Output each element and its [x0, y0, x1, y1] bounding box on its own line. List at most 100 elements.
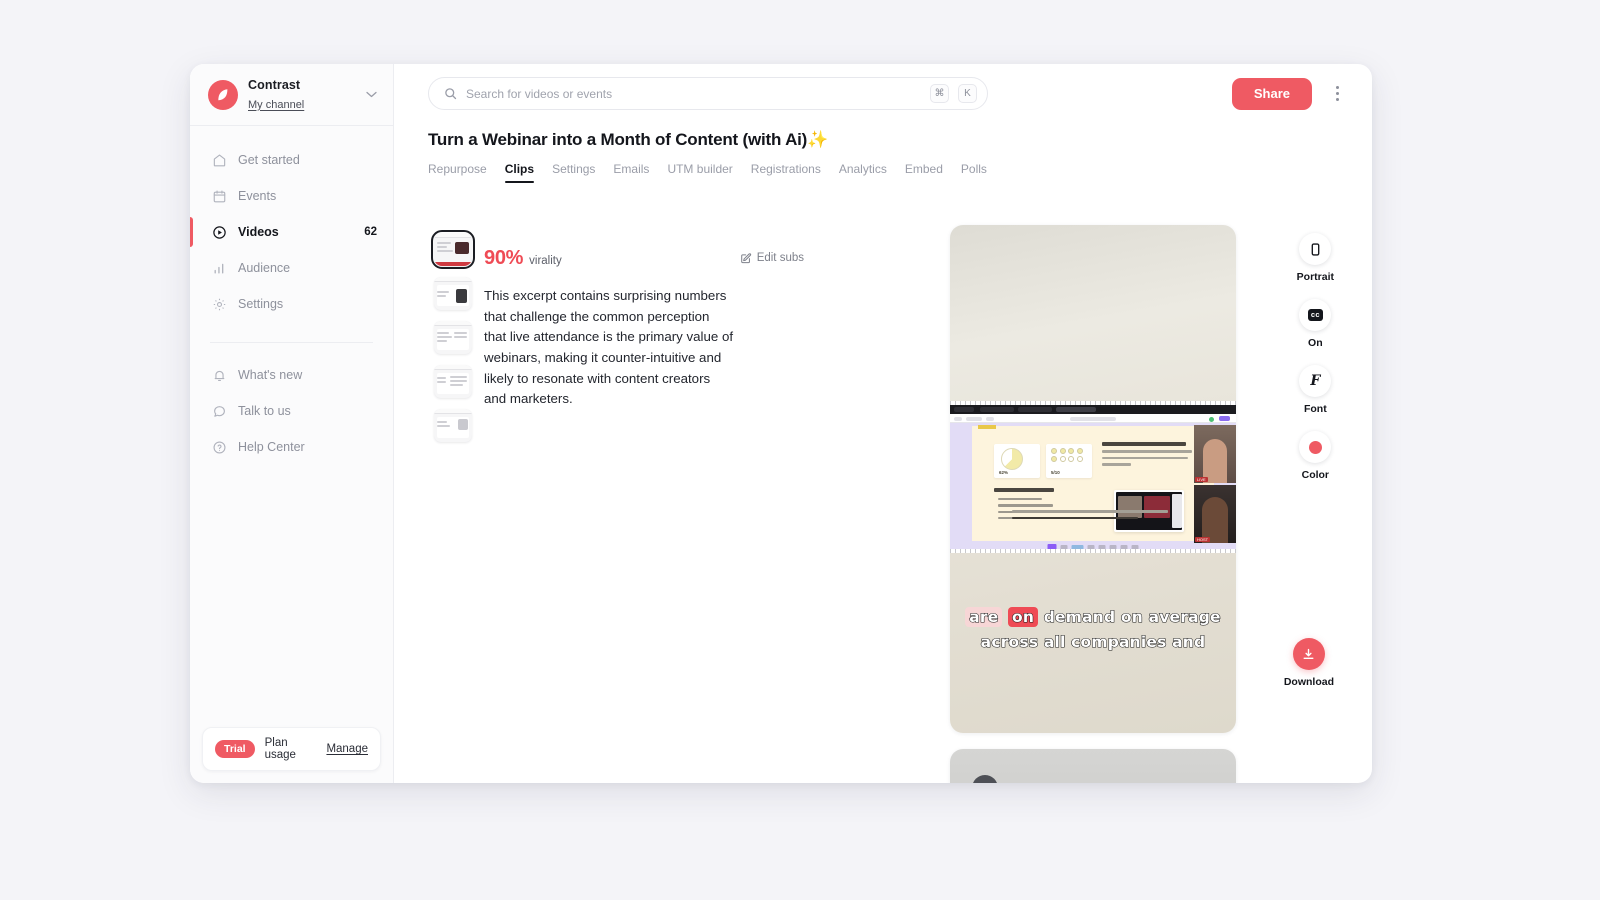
- tab-analytics[interactable]: Analytics: [839, 162, 887, 183]
- webcam-tile-2: HOST: [1194, 485, 1236, 544]
- workspace-switcher[interactable]: Contrast My channel: [190, 64, 393, 126]
- sidebar-item-label: Videos: [238, 225, 279, 239]
- more-vertical-icon[interactable]: [1326, 80, 1348, 108]
- tool-captions[interactable]: cc On: [1299, 299, 1332, 350]
- clip-description: This excerpt contains surprising numbers…: [484, 288, 734, 407]
- caption-overlay: are on demand on average across all comp…: [950, 605, 1236, 655]
- download-icon: [1292, 638, 1325, 671]
- avatar: [972, 775, 998, 783]
- sidebar-item-get-started[interactable]: Get started: [190, 142, 393, 178]
- browser-url-bar: [950, 414, 1236, 424]
- page-title-text: Turn a Webinar into a Month of Content (…: [428, 130, 808, 150]
- tool-label: Font: [1303, 403, 1327, 416]
- app-window: Contrast My channel Get started Events V…: [190, 64, 1372, 783]
- sidebar-item-audience[interactable]: Audience: [190, 250, 393, 286]
- pencil-square-icon: [740, 252, 752, 264]
- sidebar-item-label: Events: [238, 189, 277, 203]
- home-icon: [212, 153, 227, 168]
- tool-font[interactable]: F Font: [1299, 365, 1332, 416]
- sidebar-item-whats-new[interactable]: What's new: [190, 357, 393, 393]
- font-glyph: F: [1310, 373, 1321, 390]
- sparkle-icon: ✨: [807, 130, 829, 150]
- sidebar: Contrast My channel Get started Events V…: [190, 64, 394, 783]
- download-label: Download: [1283, 676, 1334, 689]
- shortcut-key-cmd: ⌘: [930, 84, 949, 104]
- plan-usage-card: Trial Plan usage Manage: [202, 727, 381, 771]
- clip-tool-rail: Portrait cc On F Font Color: [1297, 233, 1334, 481]
- presentation-slide: 62% 5/10: [972, 425, 1214, 542]
- clip-thumbnail[interactable]: [430, 229, 476, 270]
- next-clip-preview[interactable]: [950, 749, 1236, 783]
- sidebar-item-events[interactable]: Events: [190, 178, 393, 214]
- tab-emails[interactable]: Emails: [613, 162, 649, 183]
- tool-color[interactable]: Color: [1299, 431, 1332, 481]
- dots-stat-card: 5/10: [1046, 444, 1092, 479]
- virality-score: 90%: [484, 247, 524, 270]
- edit-subs-button[interactable]: Edit subs: [740, 252, 804, 264]
- clip-thumbnail[interactable]: [434, 365, 472, 399]
- pie-chart-card: 62%: [994, 444, 1040, 479]
- calendar-icon: [212, 189, 227, 204]
- search-icon: [444, 87, 457, 100]
- page-title: Turn a Webinar into a Month of Content (…: [428, 130, 1338, 150]
- clip-preview-column: 62% 5/10 LIVE HOST are on demand on aver…: [814, 225, 1372, 783]
- brand-name: Contrast: [248, 78, 301, 93]
- screen-share-frame: 62% 5/10 LIVE HOST: [950, 401, 1236, 554]
- clip-video-preview[interactable]: 62% 5/10 LIVE HOST are on demand on aver…: [950, 225, 1236, 734]
- download-button[interactable]: Download: [1284, 638, 1334, 688]
- clip-thumbnail[interactable]: [434, 277, 472, 311]
- chevron-down-icon[interactable]: [366, 89, 379, 101]
- tab-registrations[interactable]: Registrations: [751, 162, 821, 183]
- plan-usage-label: Plan usage: [264, 737, 296, 761]
- clip-thumbnail[interactable]: [434, 321, 472, 355]
- tab-repurpose[interactable]: Repurpose: [428, 162, 487, 183]
- caption-line-2: across all companies and: [980, 633, 1206, 652]
- clip-info-panel: 90% virality Edit subs This excerpt cont…: [484, 225, 814, 783]
- caption-word-active-soft: are: [965, 607, 1003, 628]
- share-button[interactable]: Share: [1231, 77, 1312, 110]
- sidebar-item-settings[interactable]: Settings: [190, 286, 393, 322]
- tool-portrait[interactable]: Portrait: [1297, 233, 1334, 283]
- brand-channel[interactable]: My channel: [248, 99, 304, 112]
- webcam-tile-1: LIVE: [1194, 425, 1236, 484]
- search-input[interactable]: [466, 86, 921, 101]
- color-swatch-icon: [1299, 431, 1332, 464]
- shortcut-key-k: K: [958, 84, 977, 104]
- tab-embed[interactable]: Embed: [905, 162, 943, 183]
- edit-subs-label: Edit subs: [756, 252, 804, 265]
- search-bar[interactable]: ⌘ K: [428, 77, 988, 111]
- sidebar-divider: [210, 342, 373, 343]
- caption-word-active-strong: on: [1008, 607, 1039, 628]
- sidebar-item-talk-to-us[interactable]: Talk to us: [190, 393, 393, 429]
- videos-count-badge: 62: [364, 226, 377, 238]
- tab-utm-builder[interactable]: UTM builder: [667, 162, 732, 183]
- page-header: Turn a Webinar into a Month of Content (…: [394, 123, 1372, 184]
- manage-plan-link[interactable]: Manage: [326, 743, 368, 755]
- font-icon: F: [1299, 365, 1332, 398]
- clip-thumbnail[interactable]: [434, 409, 472, 443]
- caption-line-1: are on demand on average: [950, 605, 1236, 630]
- sidebar-item-label: What's new: [238, 368, 303, 382]
- sidebar-item-videos[interactable]: Videos 62: [190, 214, 393, 250]
- tool-label: Portrait: [1296, 271, 1334, 284]
- contrast-logo-icon: [208, 79, 238, 110]
- tab-bar: Repurpose Clips Settings Emails UTM buil…: [428, 162, 1338, 184]
- clip-workspace: 90% virality Edit subs This excerpt cont…: [394, 183, 1372, 783]
- bell-icon: [212, 368, 227, 383]
- phone-portrait-icon: [1299, 233, 1332, 266]
- sidebar-item-label: Get started: [238, 153, 300, 167]
- slide-footer-text: [1012, 510, 1174, 523]
- cc-glyph: cc: [1307, 309, 1323, 321]
- tab-settings[interactable]: Settings: [552, 162, 595, 183]
- chat-bubble-icon: [212, 404, 227, 419]
- gear-icon: [212, 297, 227, 312]
- tool-label: On: [1308, 337, 1323, 350]
- virality-label: virality: [529, 255, 562, 268]
- browser-tab-bar: [950, 405, 1236, 415]
- tab-clips[interactable]: Clips: [504, 162, 535, 184]
- slide-heading-block: [1102, 442, 1200, 466]
- sidebar-item-label: Talk to us: [238, 404, 291, 418]
- bar-chart-icon: [212, 261, 227, 276]
- sidebar-item-help-center[interactable]: Help Center: [190, 429, 393, 465]
- tab-polls[interactable]: Polls: [961, 162, 987, 183]
